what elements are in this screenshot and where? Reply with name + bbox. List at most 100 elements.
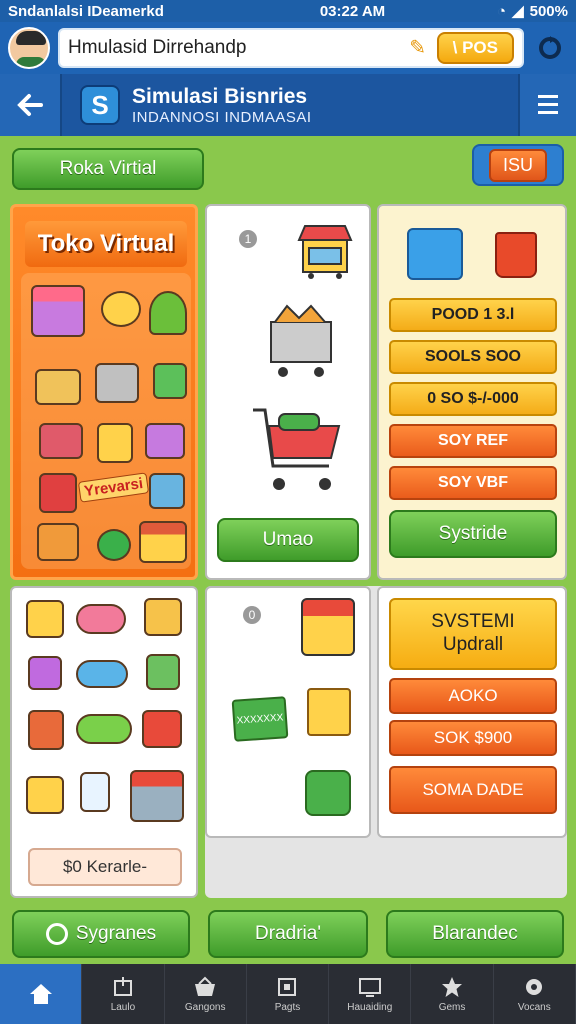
gift-icon[interactable] (145, 423, 185, 459)
home-icon (28, 982, 54, 1006)
system-update-card[interactable]: SVSTEMI Updrall (389, 598, 557, 670)
amount-row-1[interactable]: POOD 1 3.l (389, 298, 557, 332)
page-title: Simulasi Bisnries (132, 84, 308, 108)
purple-box-icon[interactable] (28, 656, 62, 690)
blue-tag-icon[interactable] (76, 660, 128, 688)
app-title-box: S Simulasi Bisnries INDANNOSI INDMAASAI (60, 74, 520, 136)
market-stall-icon[interactable] (297, 220, 353, 285)
shopping-cart-icon[interactable] (249, 402, 345, 503)
star-icon (439, 975, 465, 999)
store-icon[interactable] (31, 285, 85, 337)
book-icon[interactable] (39, 473, 77, 513)
umao-button[interactable]: Umao (217, 518, 359, 562)
nav-home[interactable] (0, 964, 83, 1024)
plant-icon[interactable] (149, 291, 187, 335)
box-icon[interactable] (153, 363, 187, 399)
blarandec-button[interactable]: Blarandec (386, 910, 564, 958)
roka-virtial-button[interactable]: Roka Virtial (12, 148, 204, 190)
tablet-icon[interactable] (39, 423, 83, 459)
shop-number: 0 (243, 606, 261, 624)
amount-row-2[interactable]: SOOLS SOO (389, 340, 557, 374)
cart-number: 1 (239, 230, 257, 248)
shop-icon[interactable] (35, 369, 81, 405)
pos-terminal-icon[interactable] (305, 770, 351, 816)
basket-cart-icon[interactable] (267, 302, 335, 387)
aoko-button[interactable]: AOKO (389, 678, 557, 714)
sok-button[interactable]: SOK $900 (389, 720, 557, 756)
balance-label[interactable]: $0 Kerarle- (28, 848, 182, 886)
sub-toolbar: Roka Virtial ISU (0, 136, 576, 196)
amounts-panel: POOD 1 3.l SOOLS SOO 0 SO $-/-000 SOY RE… (377, 204, 567, 580)
systride-button[interactable]: Systride (389, 510, 557, 558)
money-card-icon[interactable]: XXXXXXX (231, 696, 289, 742)
cart-icon[interactable] (95, 363, 139, 403)
sygranes-button[interactable]: Sygranes (12, 910, 190, 958)
arrow-left-icon (17, 94, 43, 116)
avatar[interactable] (8, 27, 50, 69)
dradria-button[interactable]: Dradria' (208, 910, 368, 958)
nav-pagts[interactable]: Pagts (247, 964, 330, 1024)
market-stall-icon[interactable] (130, 770, 184, 822)
nav-gems[interactable]: Gems (411, 964, 494, 1024)
receipt-icon[interactable] (80, 772, 110, 812)
chat-bubble-icon (45, 923, 68, 945)
nav-laulo[interactable]: Laulo (82, 964, 165, 1024)
crate-icon[interactable] (37, 523, 79, 561)
gear-icon (521, 975, 547, 999)
toko-virtual-panel: Toko Virtual Yrevarsi (10, 204, 198, 580)
green-box-icon[interactable] (146, 654, 180, 690)
amount-row-3[interactable]: 0 SO $-/-000 (389, 382, 557, 416)
nav-label-gangons: Gangons (184, 1002, 226, 1013)
refresh-icon[interactable] (532, 30, 568, 66)
system-subtitle: Updrall (442, 634, 504, 655)
nav-label-gems: Gems (438, 1002, 466, 1013)
cart-panel: 1 Umao (205, 204, 371, 580)
search-input[interactable]: Hmulasid Dirrehandp ✎ \ POS (58, 28, 524, 68)
crates-icon[interactable] (144, 598, 182, 636)
gift-box-icon[interactable] (26, 776, 64, 814)
pink-tag-icon[interactable] (76, 604, 126, 634)
shopping-bag-icon[interactable] (495, 232, 537, 278)
nav-label-vocans: Vocans (517, 1002, 551, 1013)
stall-icon[interactable] (301, 598, 355, 656)
nav-gangons[interactable]: Gangons (165, 964, 247, 1024)
amount-row-4[interactable]: SOY REF (389, 424, 557, 458)
app-logo: S (80, 85, 120, 125)
isu-label: ISU (488, 148, 547, 182)
nav-label-hauaiding: Hauaiding (347, 1002, 393, 1013)
chat-icon[interactable] (101, 291, 141, 327)
register-icon[interactable] (149, 473, 185, 509)
nav-vocans[interactable]: Vocans (494, 964, 576, 1024)
soma-dade-button[interactable]: SOMA DADE (389, 766, 557, 814)
isu-button[interactable]: ISU (472, 144, 564, 186)
green-tag-icon[interactable] (76, 714, 132, 744)
back-button[interactable] (0, 74, 60, 136)
status-bar: Sndanlalsi IDeamerkd 03:22 AM ◔ ◢ 500% (0, 0, 576, 22)
book-stack-icon[interactable] (28, 710, 64, 750)
package-icon[interactable] (97, 423, 133, 463)
sygranes-label: Sygranes (75, 923, 157, 944)
main-grid: Toko Virtual Yrevarsi 1 Umao POOD 1 3.l … (0, 196, 576, 904)
pos-button[interactable]: \ POS (436, 32, 514, 64)
nav-hauaiding[interactable]: Hauaiding (329, 964, 412, 1024)
status-icons: ◔ ◢ 500% (497, 2, 568, 21)
square-icon (274, 975, 300, 999)
amount-row-5[interactable]: SOY VBF (389, 466, 557, 500)
yellow-box-icon[interactable] (26, 600, 64, 638)
bag-icon (192, 975, 218, 999)
carrier-text: Sndanlalsi IDeamerkd (8, 2, 164, 20)
monitor-icon (357, 975, 383, 999)
page-subtitle: INDANNOSI INDMAASAI (132, 108, 312, 126)
app-header: S Simulasi Bisnries INDANNOSI INDMAASAI (0, 74, 576, 136)
storefront-icon[interactable] (139, 521, 187, 563)
toko-icon-grid (21, 273, 191, 569)
action-bar: Sygranes Dradria' Blarandec (0, 904, 576, 964)
menu-button[interactable] (520, 74, 576, 136)
wifi-icon: ◔ (497, 2, 507, 20)
gift-icon[interactable] (307, 688, 351, 736)
red-box-icon[interactable] (142, 710, 182, 748)
shop-panel: 0 XXXXXXX (205, 586, 371, 838)
message-icon[interactable] (97, 529, 131, 561)
pencil-icon[interactable]: ✎ (407, 37, 429, 59)
blue-box-icon[interactable] (407, 228, 463, 280)
